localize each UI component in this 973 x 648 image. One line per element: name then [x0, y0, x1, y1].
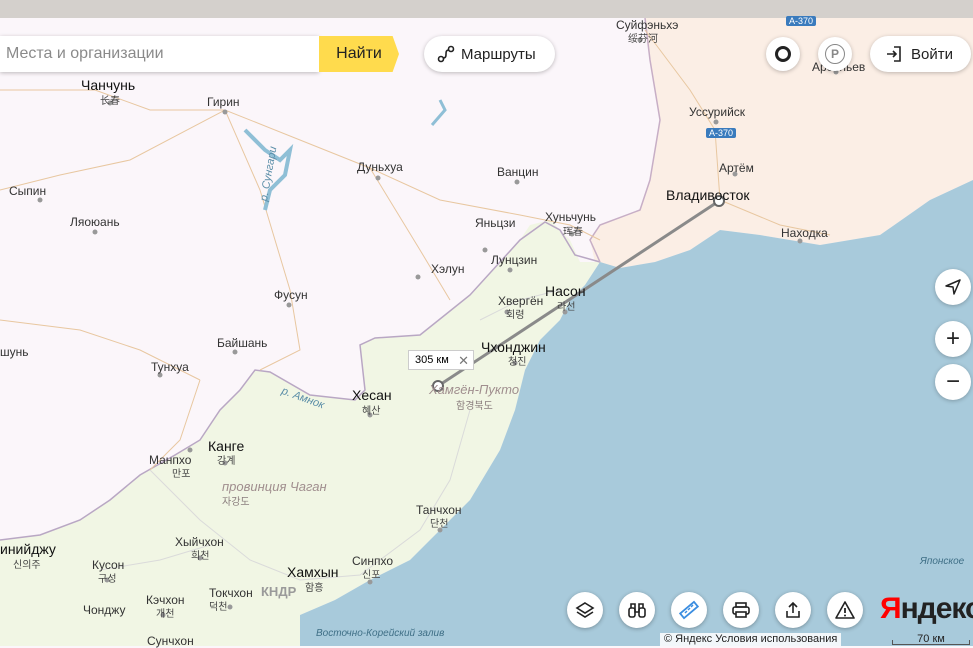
city-label[interactable]: шунь: [0, 345, 29, 359]
road-shield: А-370: [706, 128, 737, 138]
city-label-han: 长春: [100, 96, 120, 107]
copyright-text[interactable]: © Яндекс Условия использования: [660, 633, 842, 646]
location-arrow-icon: [945, 279, 961, 295]
city-label-han: 단천: [430, 519, 449, 530]
map-canvas[interactable]: [0, 0, 973, 646]
panorama-button[interactable]: [619, 592, 655, 628]
my-location-button[interactable]: [935, 269, 971, 305]
zoom-in-button[interactable]: +: [935, 321, 971, 357]
city-label-han: 라선: [557, 302, 576, 313]
logo-first-letter: Я: [880, 592, 902, 625]
city-label[interactable]: Дуньхуа: [357, 160, 403, 174]
sea-label: Японское: [920, 556, 965, 567]
share-icon: [783, 600, 803, 620]
scale-line: [892, 640, 970, 645]
route-icon: [437, 45, 455, 63]
city-label[interactable]: Хесан: [352, 387, 392, 403]
plus-icon: +: [945, 325, 960, 352]
warning-icon: [835, 600, 855, 620]
city-label[interactable]: Владивосток: [666, 187, 750, 203]
city-label[interactable]: инийджу: [0, 541, 56, 557]
city-label[interactable]: Яньцзи: [475, 216, 516, 230]
city-label-han: 구성: [98, 574, 117, 585]
alice-button[interactable]: [766, 37, 800, 71]
parking-button[interactable]: P: [818, 37, 852, 71]
routes-button[interactable]: Маршруты: [424, 36, 555, 72]
city-label-han: 청진: [508, 357, 527, 368]
city-label[interactable]: Байшань: [217, 336, 267, 350]
close-icon[interactable]: ✕: [458, 353, 469, 369]
yandex-logo[interactable]: Яндекс: [880, 592, 973, 626]
share-button[interactable]: [775, 592, 811, 628]
minus-icon: −: [945, 368, 960, 395]
search-input[interactable]: [0, 36, 306, 72]
ruler-distance-label: 305 км ✕: [408, 350, 474, 370]
routes-label: Маршруты: [461, 45, 536, 63]
city-label[interactable]: Тунхуа: [151, 360, 189, 374]
city-label[interactable]: Фусун: [274, 288, 308, 302]
city-label[interactable]: Хэлун: [431, 262, 465, 276]
region-label-han: 함경북도: [456, 401, 493, 412]
city-label[interactable]: Ляоюань: [70, 215, 120, 229]
city-label[interactable]: Лунцзин: [491, 253, 537, 267]
road-shield: А-370: [786, 16, 817, 26]
login-icon: [885, 45, 903, 63]
ruler-button[interactable]: [671, 592, 707, 628]
city-label-han: 신의주: [13, 560, 41, 571]
search-button[interactable]: Найти: [319, 36, 399, 72]
city-label-han: 개천: [156, 609, 175, 620]
layers-icon: [575, 600, 595, 620]
city-label[interactable]: Находка: [781, 226, 828, 240]
city-label-han: 함흥: [305, 583, 324, 594]
city-label[interactable]: Ванцин: [497, 165, 539, 179]
binoculars-icon: [627, 600, 647, 620]
city-label[interactable]: Уссурийск: [689, 105, 745, 119]
city-label[interactable]: Чонджу: [83, 603, 125, 617]
city-label-han: 만포: [172, 469, 191, 480]
region-label-han: 자강도: [222, 497, 250, 508]
report-button[interactable]: [827, 592, 863, 628]
city-label-han: 강계: [217, 456, 236, 467]
city-label[interactable]: Сыпин: [9, 184, 46, 198]
region-label: Хамгён-Пукто: [429, 382, 520, 397]
city-label-han: 绥芬河: [628, 34, 658, 45]
region-label: провинция Чаган: [222, 479, 327, 494]
ruler-icon: [678, 599, 700, 621]
city-label-han: 희천: [191, 551, 210, 562]
login-button[interactable]: Войти: [870, 36, 971, 72]
zoom-out-button[interactable]: −: [935, 364, 971, 400]
print-button[interactable]: [723, 592, 759, 628]
city-label[interactable]: Хуньчунь: [545, 210, 596, 224]
scale-bar: 70 км: [892, 633, 970, 646]
city-label[interactable]: Хамхын: [287, 564, 339, 580]
country-label: КНДР: [261, 584, 297, 599]
sea-label: Восточно-Корейский залив: [316, 628, 445, 639]
city-label[interactable]: Артём: [719, 161, 754, 175]
logo-rest: ндекс: [900, 592, 973, 625]
city-label-han: 신포: [362, 570, 381, 581]
city-label-han: 덕천: [209, 602, 228, 613]
layers-button[interactable]: [567, 592, 603, 628]
login-label: Войти: [911, 45, 953, 63]
parking-icon: P: [825, 44, 845, 64]
city-label-han: 혜산: [362, 406, 381, 417]
browser-top-strip: [0, 0, 973, 18]
city-label[interactable]: Гирин: [207, 95, 240, 109]
search-box: [0, 36, 319, 72]
alice-icon: [775, 46, 791, 62]
city-label[interactable]: Чанчунь: [81, 77, 135, 93]
printer-icon: [731, 600, 751, 620]
ruler-distance-text: 305 км: [415, 354, 449, 366]
city-label-han: 회령: [506, 310, 525, 321]
city-label-han: 珲春: [563, 227, 583, 238]
city-label[interactable]: Насон: [545, 283, 586, 299]
search-button-label: Найти: [336, 45, 382, 62]
